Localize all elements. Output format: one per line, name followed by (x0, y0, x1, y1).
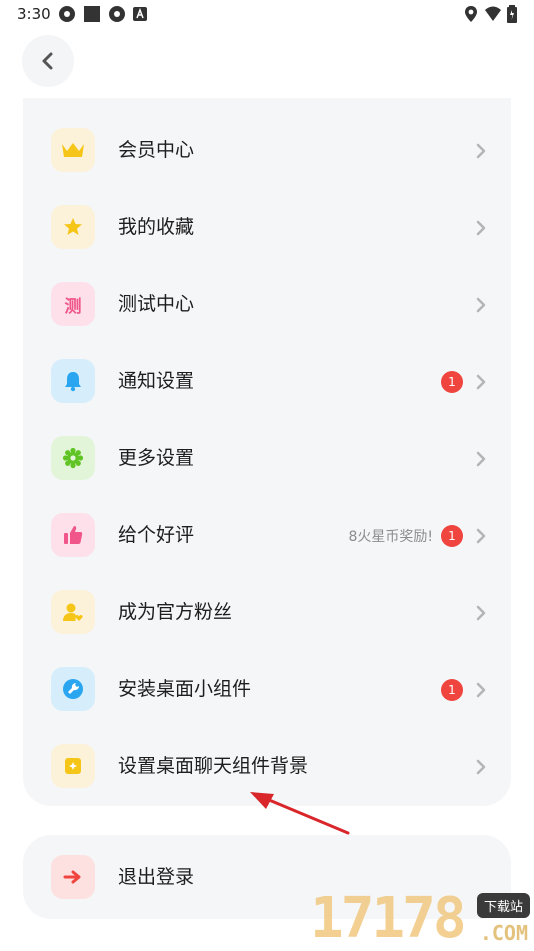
square-icon (84, 6, 100, 22)
menu-item-label: 给个好评 (118, 524, 195, 546)
chevron-right-icon (476, 220, 486, 236)
thumbs-up-icon (51, 513, 95, 557)
menu-item-notification-settings[interactable]: 通知设置 1 (23, 343, 511, 420)
menu-item-test-center[interactable]: 测 测试中心 (23, 266, 511, 343)
wrench-icon (51, 667, 95, 711)
chevron-right-icon (476, 374, 486, 390)
a-icon (133, 7, 147, 21)
test-icon-glyph: 测 (64, 296, 82, 317)
back-button[interactable] (22, 35, 74, 87)
crown-icon (51, 128, 95, 172)
test-icon: 测 (51, 282, 95, 326)
watermark-logo: 17178 下载站 .COM (306, 887, 534, 950)
chevron-right-icon (476, 759, 486, 775)
menu-item-favorites[interactable]: 我的收藏 (23, 189, 511, 266)
chevron-left-icon (42, 52, 53, 70)
chevron-right-icon (476, 682, 486, 698)
menu-item-label: 更多设置 (118, 447, 195, 469)
aperture-icon (59, 6, 75, 22)
menu-item-rate-app[interactable]: 给个好评 8火星币奖励! 1 (23, 497, 511, 574)
status-time: 3:30 (17, 5, 51, 23)
menu-item-label: 安装桌面小组件 (118, 678, 252, 700)
bell-icon (51, 359, 95, 403)
chevron-right-icon (476, 143, 486, 159)
aperture-icon (109, 6, 125, 22)
status-bar: 3:30 (0, 0, 534, 28)
chevron-right-icon (476, 451, 486, 467)
chevron-right-icon (476, 297, 486, 313)
menu-item-install-widget[interactable]: 安装桌面小组件 1 (23, 651, 511, 728)
menu-item-label: 通知设置 (118, 370, 195, 392)
chevron-right-icon (476, 605, 486, 621)
watermark-suffix: .COM (479, 921, 528, 945)
menu-item-label: 我的收藏 (118, 216, 195, 238)
gear-icon (51, 436, 95, 480)
menu-item-more-settings[interactable]: 更多设置 (23, 420, 511, 497)
logout-label: 退出登录 (118, 866, 195, 888)
star-icon (51, 205, 95, 249)
notification-badge: 1 (441, 371, 463, 393)
menu-item-label: 设置桌面聊天组件背景 (118, 755, 309, 777)
logout-arrow-icon (51, 855, 95, 899)
menu-item-official-fan[interactable]: 成为官方粉丝 (23, 574, 511, 651)
reward-hint-text: 8火星币奖励! (348, 529, 433, 545)
battery-icon (507, 5, 517, 23)
notification-badge: 1 (441, 525, 463, 547)
user-heart-icon (51, 590, 95, 634)
wifi-icon (485, 6, 501, 21)
watermark-tag: 下载站 (476, 893, 530, 918)
location-icon (465, 6, 477, 22)
watermark-number: 17178 (310, 886, 467, 951)
menu-item-label: 成为官方粉丝 (118, 601, 233, 623)
chevron-right-icon (476, 528, 486, 544)
image-icon (51, 744, 95, 788)
menu-item-label: 会员中心 (118, 139, 195, 161)
notification-badge: 1 (441, 679, 463, 701)
menu-item-vip-center[interactable]: 会员中心 (23, 112, 511, 189)
settings-menu-card: 会员中心 我的收藏 测 测试中心 通知设置 1 更多设置 给个好评 8火星币奖励… (23, 98, 511, 806)
menu-item-label: 测试中心 (118, 293, 195, 315)
